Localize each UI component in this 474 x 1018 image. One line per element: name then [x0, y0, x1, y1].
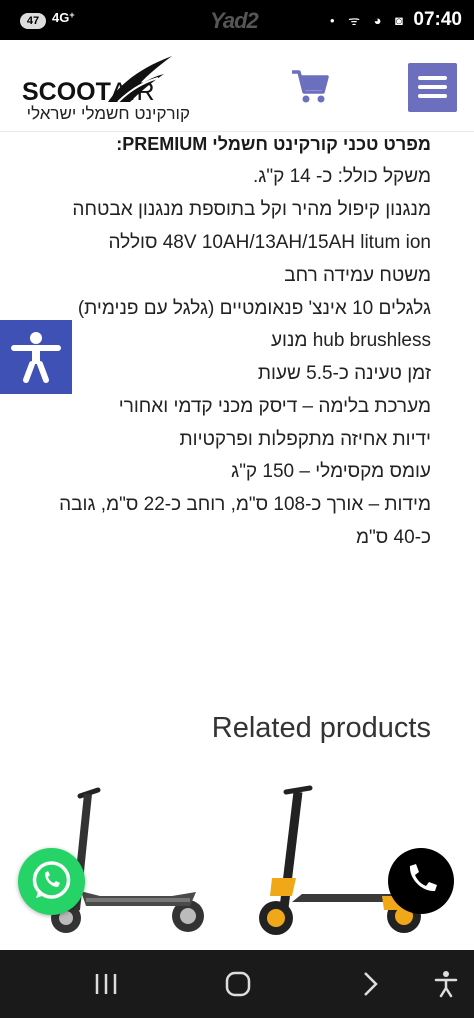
- phone-icon: [409, 864, 437, 892]
- clock: 07:40: [413, 9, 462, 30]
- logo-wing-icon: [108, 56, 172, 103]
- recents-button[interactable]: [86, 964, 126, 1004]
- accessibility-icon: [11, 332, 61, 383]
- spec-line: עומס מקסימלי – 150 ק"ג: [231, 461, 431, 482]
- scootair-logo[interactable]: SCOOTAIR קורקינט חשמלי ישראלי: [20, 54, 195, 124]
- spec-line: מערכת בלימה – דיסק מכני קדמי ואחורי: [118, 396, 431, 417]
- phone-button[interactable]: [388, 848, 454, 914]
- menu-button[interactable]: [408, 63, 457, 112]
- nav-accessibility-button[interactable]: [426, 964, 466, 1004]
- back-icon: [364, 972, 378, 996]
- system-nav-bar: [0, 950, 474, 1018]
- spec-title: מפרט טכני קורקינט חשמלי PREMIUM:: [116, 134, 431, 154]
- logo-tagline: קורקינט חשמלי ישראלי: [26, 104, 190, 123]
- accessibility-icon: [434, 971, 458, 998]
- spec-line: מנגנון קיפול מהיר וקל בתוספת מנגנון אבטח…: [72, 199, 431, 220]
- recents-icon: [95, 974, 117, 994]
- network-indicator: 4G+: [52, 10, 75, 25]
- cart-icon: [292, 70, 329, 103]
- spec-line: משקל כולל: כ- 14 ק"ג.: [253, 166, 431, 187]
- spec-line: 48V 10AH/13AH/15AH litum ion סוללה: [108, 232, 431, 253]
- home-button[interactable]: [218, 964, 258, 1004]
- logo-word-scoot: SCOOT: [22, 78, 111, 106]
- whatsapp-icon: [32, 861, 71, 899]
- status-bar: 47 4G+ Yad2 • ᯤ ◕ ◙ 07:40: [0, 0, 474, 40]
- whatsapp-button[interactable]: [18, 848, 85, 915]
- network-type: 4G: [52, 10, 70, 25]
- spec-line: גלגלים 10 אינצ' פנאומטיים (גלגל עם פנימי…: [77, 298, 431, 319]
- spec-line: מידות – אורך כ-108 ס"מ, רוחב כ-22 ס"מ, ג…: [59, 494, 431, 515]
- spec-line: כ-40 ס"מ: [356, 527, 431, 548]
- yad2-watermark: Yad2: [210, 8, 259, 33]
- back-button[interactable]: [350, 964, 390, 1004]
- status-icons: • ᯤ ◕ ◙: [330, 13, 408, 28]
- accessibility-button[interactable]: [0, 320, 72, 394]
- related-products-heading: Related products: [211, 712, 431, 744]
- spec-line: ידיות אחיזה מתקפלות ופרקטיות: [179, 429, 431, 450]
- home-icon: [225, 971, 251, 997]
- site-header: SCOOTAIR קורקינט חשמלי ישראלי: [0, 40, 474, 132]
- spec-line: משטח עמידה רחב: [284, 265, 431, 286]
- spec-line: זמן טעינה כ-5.5 שעות: [257, 363, 431, 384]
- cart-button[interactable]: [290, 66, 330, 106]
- network-suffix: +: [69, 10, 75, 20]
- spec-line: hub brushless מנוע: [270, 330, 431, 351]
- notification-badge: 47: [20, 13, 46, 29]
